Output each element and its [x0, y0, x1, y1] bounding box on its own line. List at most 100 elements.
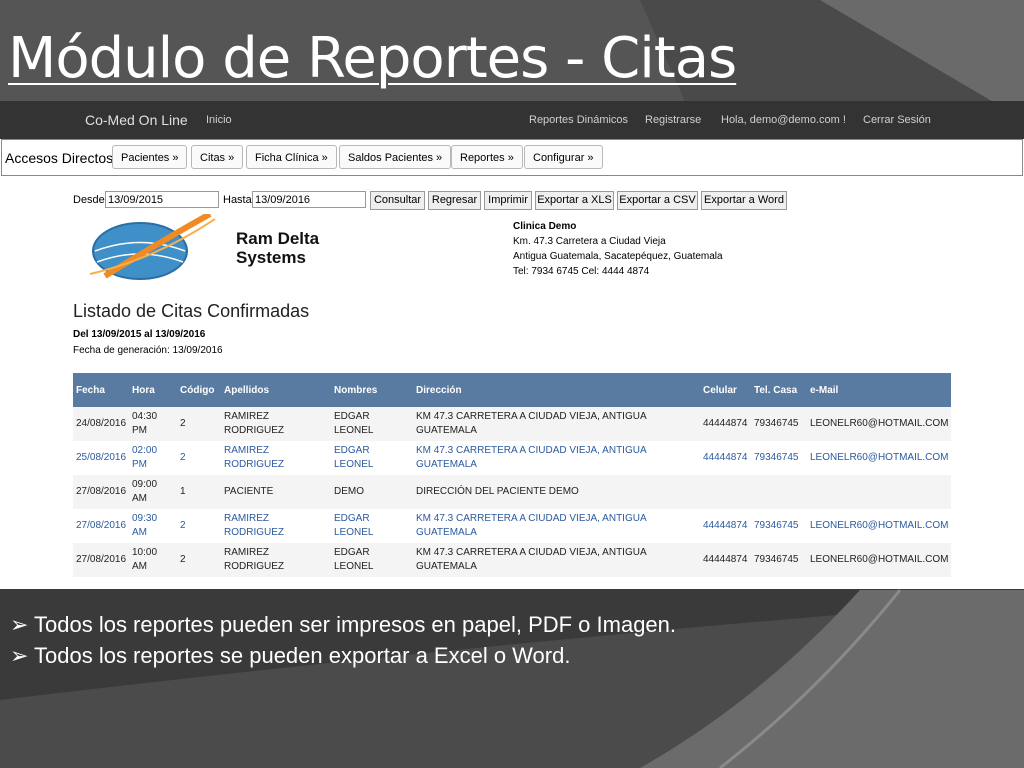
- col-celular[interactable]: Celular: [700, 373, 751, 407]
- cell-fecha: 27/08/2016: [73, 509, 129, 543]
- company-name-line1: Ram Delta: [236, 229, 320, 248]
- table-header-row: Fecha Hora Código Apellidos Nombres Dire…: [73, 373, 951, 407]
- cell-codigo: 2: [177, 407, 221, 441]
- bullet-item: ➢ Todos los reportes pueden ser impresos …: [10, 609, 676, 640]
- cell-celular: [700, 475, 751, 509]
- exportar-word-button[interactable]: Exportar a Word: [701, 191, 787, 210]
- col-email[interactable]: e-Mail: [807, 373, 951, 407]
- report-title: Listado de Citas Confirmadas: [73, 301, 310, 321]
- brand-link[interactable]: Co-Med On Line: [85, 112, 188, 128]
- cell-hora: 11:30: [129, 577, 177, 589]
- regresar-button[interactable]: Regresar: [428, 191, 481, 210]
- cell-tel-casa: [751, 577, 807, 589]
- clinic-name: Clinica Demo: [513, 221, 577, 232]
- cell-nombres: EDGAR LEONEL: [331, 441, 413, 475]
- report-generated-date: Fecha de generación: 13/09/2016: [73, 345, 223, 356]
- nav-reportes-dinamicos[interactable]: Reportes Dinámicos: [529, 114, 628, 126]
- company-name-line2: Systems: [236, 248, 306, 267]
- cell-apellidos: RAMIREZ RODRIGUEZ: [221, 543, 331, 577]
- cell-codigo: [177, 577, 221, 589]
- accesos-directos-label: Accesos Directos: [5, 150, 114, 166]
- cell-celular: 44444874: [700, 509, 751, 543]
- saldos-pacientes-button[interactable]: Saldos Pacientes »: [339, 145, 452, 169]
- nav-home[interactable]: Inicio: [206, 114, 232, 126]
- col-direccion[interactable]: Dirección: [413, 373, 700, 407]
- ram-delta-logo: [89, 214, 216, 280]
- cell-hora: 09:30 AM: [129, 509, 177, 543]
- table-row[interactable]: 27/08/2016 10:00 AM 2 RAMIREZ RODRIGUEZ …: [73, 543, 951, 577]
- cell-hora: 09:00 AM: [129, 475, 177, 509]
- imprimir-button[interactable]: Imprimir: [484, 191, 532, 210]
- nav-cerrar-sesion[interactable]: Cerrar Sesión: [863, 114, 931, 126]
- cell-tel-casa: 79346745: [751, 441, 807, 475]
- table-row[interactable]: 27/08/2016 09:00 AM 1 PACIENTE DEMO DIRE…: [73, 475, 951, 509]
- cell-hora: 02:00 PM: [129, 441, 177, 475]
- desde-label: Desde: [73, 194, 105, 206]
- col-codigo[interactable]: Código: [177, 373, 221, 407]
- cell-celular: 44444874: [700, 441, 751, 475]
- cell-hora: 10:00 AM: [129, 543, 177, 577]
- cell-hora: 04:30 PM: [129, 407, 177, 441]
- consultar-button[interactable]: Consultar: [370, 191, 425, 210]
- cell-celular: 44444874: [700, 407, 751, 441]
- cell-apellidos: RAMIREZ RODRIGUEZ: [221, 509, 331, 543]
- cell-email: LEONELR60@HOTMAIL.COM: [807, 441, 951, 475]
- desde-input[interactable]: 13/09/2015: [105, 191, 219, 208]
- table-row[interactable]: 25/08/2016 02:00 PM 2 RAMIREZ RODRIGUEZ …: [73, 441, 951, 475]
- slide-bullets: ➢ Todos los reportes pueden ser impresos …: [10, 609, 676, 671]
- hasta-input[interactable]: 13/09/2016: [252, 191, 366, 208]
- cell-apellidos: RAMIREZ: [221, 577, 331, 589]
- bullet-item: ➢ Todos los reportes se pueden exportar a…: [10, 640, 676, 671]
- nav-registrarse[interactable]: Registrarse: [645, 114, 701, 126]
- table-row[interactable]: 24/08/2016 04:30 PM 2 RAMIREZ RODRIGUEZ …: [73, 407, 951, 441]
- nav-user-greeting[interactable]: Hola, demo@demo.com !: [721, 114, 846, 126]
- table-row[interactable]: 11:30 RAMIREZ EDGAR KM 47.3 CARRETERA A …: [73, 577, 951, 589]
- reportes-button[interactable]: Reportes »: [451, 145, 523, 169]
- bullet-text: Todos los reportes pueden ser impresos e…: [34, 612, 677, 637]
- cell-nombres: EDGAR LEONEL: [331, 509, 413, 543]
- arrow-bullet-icon: ➢: [10, 612, 29, 637]
- cell-email: [807, 577, 951, 589]
- clinic-phone: Tel: 7934 6745 Cel: 4444 4874: [513, 266, 650, 277]
- citas-table: Fecha Hora Código Apellidos Nombres Dire…: [73, 373, 951, 589]
- cell-direccion: DIRECCIÓN DEL PACIENTE DEMO: [413, 475, 700, 509]
- hasta-label: Hasta: [223, 194, 252, 206]
- cell-celular: [700, 577, 751, 589]
- cell-email: LEONELR60@HOTMAIL.COM: [807, 509, 951, 543]
- cell-apellidos: PACIENTE: [221, 475, 331, 509]
- clinic-info: Clinica Demo Km. 47.3 Carretera a Ciudad…: [513, 219, 723, 279]
- cell-nombres: EDGAR LEONEL: [331, 543, 413, 577]
- ficha-clinica-button[interactable]: Ficha Clínica »: [246, 145, 337, 169]
- col-apellidos[interactable]: Apellidos: [221, 373, 331, 407]
- slide-title: Módulo de Reportes - Citas: [8, 26, 737, 91]
- cell-email: [807, 475, 951, 509]
- cell-direccion: KM 47.3 CARRETERA A CIUDAD VIEJA, ANTIGU…: [413, 407, 700, 441]
- cell-nombres: DEMO: [331, 475, 413, 509]
- cell-apellidos: RAMIREZ RODRIGUEZ: [221, 407, 331, 441]
- cell-direccion: KM 47.3 CARRETERA A CIUDAD VIEJA, ANTIGU…: [413, 509, 700, 543]
- cell-codigo: 2: [177, 543, 221, 577]
- cell-fecha: 24/08/2016: [73, 407, 129, 441]
- col-fecha[interactable]: Fecha: [73, 373, 129, 407]
- table-row[interactable]: 27/08/2016 09:30 AM 2 RAMIREZ RODRIGUEZ …: [73, 509, 951, 543]
- cell-email: LEONELR60@HOTMAIL.COM: [807, 543, 951, 577]
- col-nombres[interactable]: Nombres: [331, 373, 413, 407]
- cell-direccion: KM 47.3 CARRETERA A CIUDAD VIEJA, ANTIGU…: [413, 441, 700, 475]
- cell-tel-casa: 79346745: [751, 543, 807, 577]
- exportar-xls-button[interactable]: Exportar a XLS: [535, 191, 614, 210]
- cell-celular: 44444874: [700, 543, 751, 577]
- pacientes-button[interactable]: Pacientes »: [112, 145, 188, 169]
- cell-tel-casa: 79346745: [751, 509, 807, 543]
- cell-fecha: 27/08/2016: [73, 543, 129, 577]
- col-hora[interactable]: Hora: [129, 373, 177, 407]
- exportar-csv-button[interactable]: Exportar a CSV: [617, 191, 698, 210]
- cell-direccion: KM 47.3 CARRETERA A CIUDAD VIEJA, ANTIGU…: [413, 577, 700, 589]
- cell-nombres: EDGAR: [331, 577, 413, 589]
- clinic-address2: Antigua Guatemala, Sacatepéquez, Guatema…: [513, 251, 723, 262]
- citas-button[interactable]: Citas »: [191, 145, 244, 169]
- cell-codigo: 1: [177, 475, 221, 509]
- bullet-text: Todos los reportes se pueden exportar a …: [34, 643, 571, 668]
- col-tel-casa[interactable]: Tel. Casa: [751, 373, 807, 407]
- configurar-button[interactable]: Configurar »: [524, 145, 603, 169]
- cell-email: LEONELR60@HOTMAIL.COM: [807, 407, 951, 441]
